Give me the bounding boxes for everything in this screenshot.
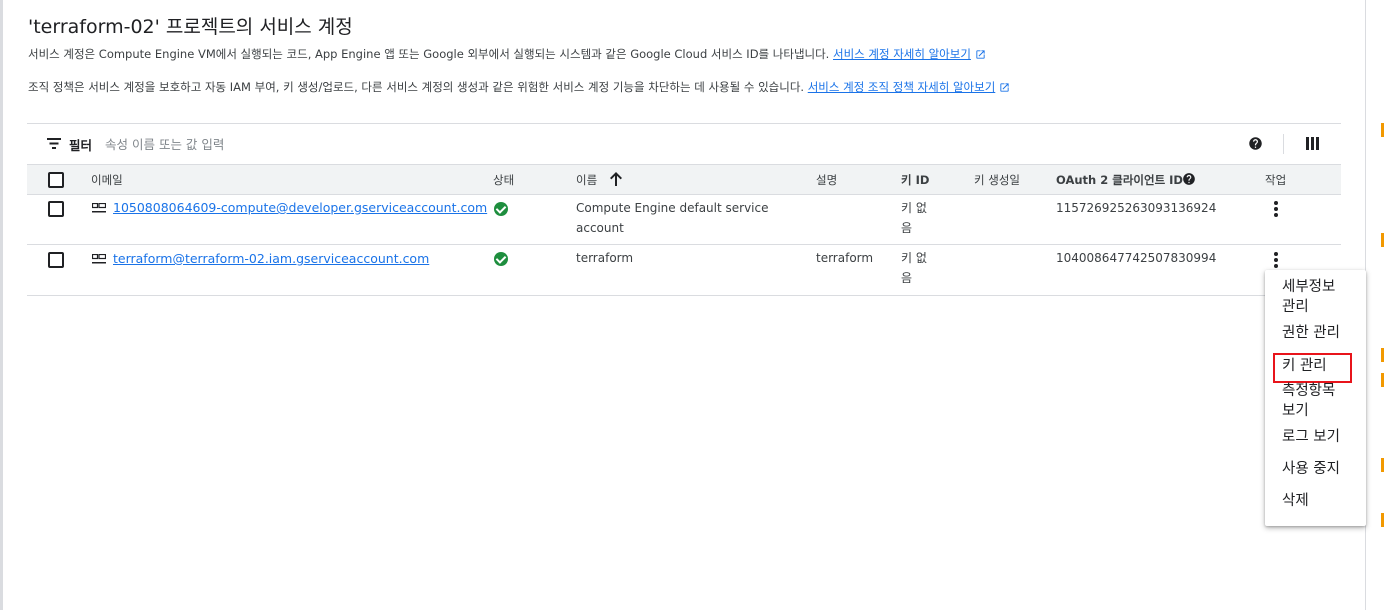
menu-item-disable[interactable]: 사용 중지	[1282, 459, 1340, 479]
check-circle-icon	[494, 252, 508, 266]
page-description: 서비스 계정은 Compute Engine VM에서 실행되는 코드, App…	[28, 46, 986, 62]
column-key-id[interactable]: 키 ID	[901, 172, 929, 188]
service-account-email-link[interactable]: terraform@terraform-02.iam.gserviceaccou…	[113, 249, 429, 269]
key-id: 키 없음	[901, 251, 927, 285]
arrow-up-icon[interactable]	[610, 172, 622, 186]
service-account-email-link[interactable]: 1050808064609-compute@developer.gservice…	[113, 198, 487, 218]
open-in-new-icon	[976, 50, 985, 59]
org-policy-description: 조직 정책은 서비스 계정을 보호하고 자동 IAM 부여, 키 생성/업로드,…	[28, 79, 1010, 95]
service-account-icon	[92, 254, 106, 264]
policy-text: 조직 정책은 서비스 계정을 보호하고 자동 IAM 부여, 키 생성/업로드,…	[28, 80, 805, 94]
page-title: 'terraform-02' 프로젝트의 서비스 계정	[28, 16, 353, 38]
policy-learn-more-link[interactable]: 서비스 계정 조직 정책 자세히 알아보기	[808, 80, 996, 94]
menu-item-delete[interactable]: 삭제	[1282, 491, 1309, 511]
row-checkbox[interactable]	[48, 201, 64, 217]
column-email[interactable]: 이메일	[91, 172, 123, 188]
filter-label: 필터	[69, 138, 93, 153]
help-circle-icon[interactable]	[1248, 136, 1263, 151]
description-text: 서비스 계정은 Compute Engine VM에서 실행되는 코드, App…	[28, 47, 830, 61]
column-display-icon[interactable]	[1306, 137, 1319, 150]
row-actions-menu: 세부정보 관리 권한 관리 키 관리 측정항목 보기 로그 보기 사용 중지 삭…	[1265, 270, 1366, 526]
column-name[interactable]: 이름	[576, 172, 597, 188]
service-account-icon	[92, 203, 106, 213]
toolbar-divider	[1283, 134, 1284, 154]
column-description[interactable]: 설명	[816, 172, 837, 188]
oauth-client-id: 104008647742507830994	[1056, 251, 1217, 265]
account-name: terraform	[576, 251, 634, 265]
oauth-client-id: 115726925263093136924	[1056, 201, 1217, 215]
table-header-row: 이메일 상태 이름 설명 키 ID 키 생성일 OAuth 2 클라이언트 ID…	[27, 164, 1341, 195]
account-description: terraform	[816, 251, 874, 265]
table-row: terraform@terraform-02.iam.gserviceaccou…	[27, 245, 1341, 296]
key-id: 키 없음	[901, 201, 927, 235]
select-all-checkbox[interactable]	[48, 172, 64, 188]
check-circle-icon	[494, 202, 508, 216]
right-scroll-markers	[1381, 0, 1385, 610]
filter-input[interactable]	[103, 130, 707, 158]
table-row: 1050808064609-compute@developer.gservice…	[27, 194, 1341, 245]
table-toolbar: 필터	[27, 124, 1341, 164]
menu-item-manage-details[interactable]: 세부정보 관리	[1282, 277, 1352, 317]
open-in-new-icon	[1000, 83, 1009, 92]
menu-item-view-logs[interactable]: 로그 보기	[1282, 427, 1340, 447]
column-oauth-client-id[interactable]: OAuth 2 클라이언트 ID	[1056, 172, 1183, 188]
filter-list-icon[interactable]	[47, 138, 61, 149]
menu-item-manage-keys[interactable]: 키 관리	[1282, 356, 1327, 376]
learn-more-link[interactable]: 서비스 계정 자세히 알아보기	[833, 47, 971, 61]
account-name: Compute Engine default service account	[576, 201, 769, 235]
more-vert-icon[interactable]	[1274, 252, 1278, 270]
more-vert-icon[interactable]	[1274, 201, 1278, 219]
menu-item-manage-permissions[interactable]: 권한 관리	[1282, 323, 1340, 343]
service-accounts-table: 필터 이메일 상태 이름 설명 키 ID 키 생성일 OAuth 2 클라이언트…	[27, 123, 1341, 296]
column-key-created[interactable]: 키 생성일	[974, 172, 1020, 188]
column-status[interactable]: 상태	[493, 172, 514, 188]
row-checkbox[interactable]	[48, 252, 64, 268]
menu-item-view-metrics[interactable]: 측정항목 보기	[1282, 381, 1352, 421]
left-border	[0, 0, 3, 610]
help-circle-icon[interactable]	[1182, 172, 1196, 186]
column-actions: 작업	[1265, 173, 1287, 187]
